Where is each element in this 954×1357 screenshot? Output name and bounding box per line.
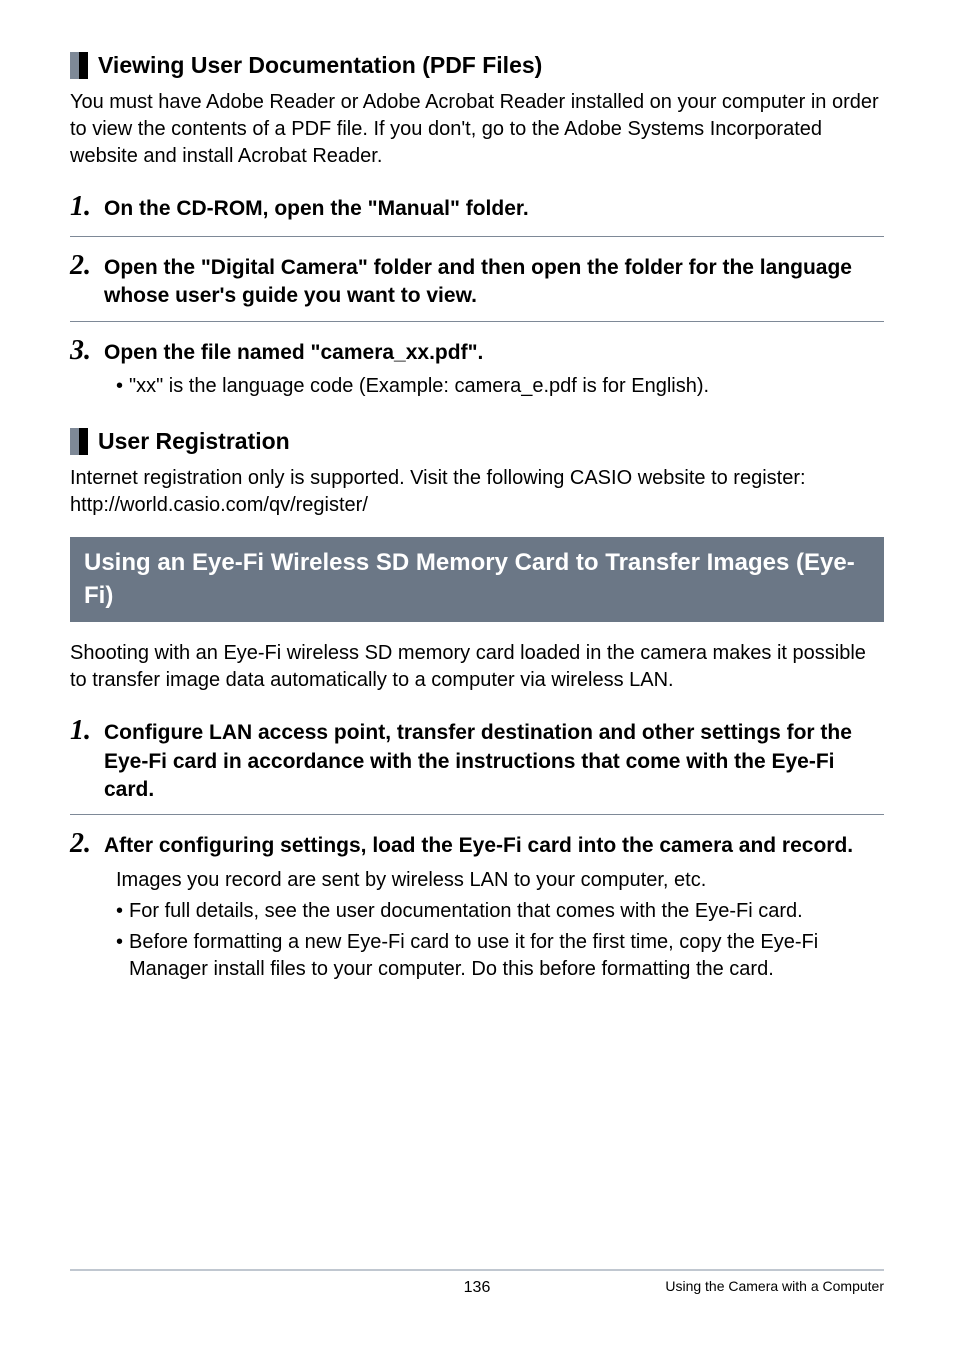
step-number: 1. [70, 712, 94, 750]
heading-bar-black [79, 428, 88, 455]
bullet-text: For full details, see the user documenta… [129, 898, 803, 925]
heading-title: User Registration [98, 426, 290, 457]
step-separator [70, 321, 884, 322]
step-number: 2. [70, 247, 94, 285]
heading-user-registration: User Registration [70, 426, 884, 457]
step-separator [70, 814, 884, 815]
section1-intro: You must have Adobe Reader or Adobe Acro… [70, 89, 884, 170]
step-text: Open the "Digital Camera" folder and the… [104, 254, 884, 311]
step-text: On the CD-ROM, open the "Manual" folder. [104, 195, 529, 223]
section1-step-2: 2. Open the "Digital Camera" folder and … [70, 247, 884, 311]
section2-para1: Internet registration only is supported.… [70, 465, 884, 492]
section1-step-3: 3. Open the file named "camera_xx.pdf". … [70, 332, 884, 401]
step-number: 3. [70, 332, 94, 370]
heading-viewing-user-doc: Viewing User Documentation (PDF Files) [70, 50, 884, 81]
step-text: Configure LAN access point, transfer des… [104, 719, 884, 804]
step-after-text: Images you record are sent by wireless L… [116, 867, 884, 894]
bullet-text: Before formatting a new Eye-Fi card to u… [129, 929, 884, 983]
heading-bar-grey [70, 428, 79, 455]
bullet-dot: • [116, 929, 123, 983]
step-bullet: • Before formatting a new Eye-Fi card to… [116, 929, 884, 983]
heading-eye-fi: Using an Eye-Fi Wireless SD Memory Card … [70, 537, 884, 622]
step-number: 1. [70, 188, 94, 226]
bullet-dot: • [116, 373, 123, 400]
step-text: After configuring settings, load the Eye… [104, 832, 853, 860]
section1-step-1: 1. On the CD-ROM, open the "Manual" fold… [70, 188, 884, 226]
footer-section-name: Using the Camera with a Computer [665, 1277, 884, 1296]
heading-bar-black [79, 52, 88, 79]
page-footer: 136 Using the Camera with a Computer [70, 1269, 884, 1299]
step-bullet: • For full details, see the user documen… [116, 898, 884, 925]
section3-intro: Shooting with an Eye-Fi wireless SD memo… [70, 640, 884, 694]
step-separator [70, 236, 884, 237]
page-number: 136 [464, 1277, 491, 1299]
section3-step-2: 2. After configuring settings, load the … [70, 825, 884, 983]
heading-title: Viewing User Documentation (PDF Files) [98, 50, 542, 81]
section3-step-1: 1. Configure LAN access point, transfer … [70, 712, 884, 804]
bullet-text: "xx" is the language code (Example: came… [129, 373, 709, 400]
step-number: 2. [70, 825, 94, 863]
section2-para2: http://world.casio.com/qv/register/ [70, 492, 884, 519]
bullet-dot: • [116, 898, 123, 925]
step-text: Open the file named "camera_xx.pdf". [104, 339, 483, 367]
heading-bar-grey [70, 52, 79, 79]
step-bullet: • "xx" is the language code (Example: ca… [116, 373, 884, 400]
